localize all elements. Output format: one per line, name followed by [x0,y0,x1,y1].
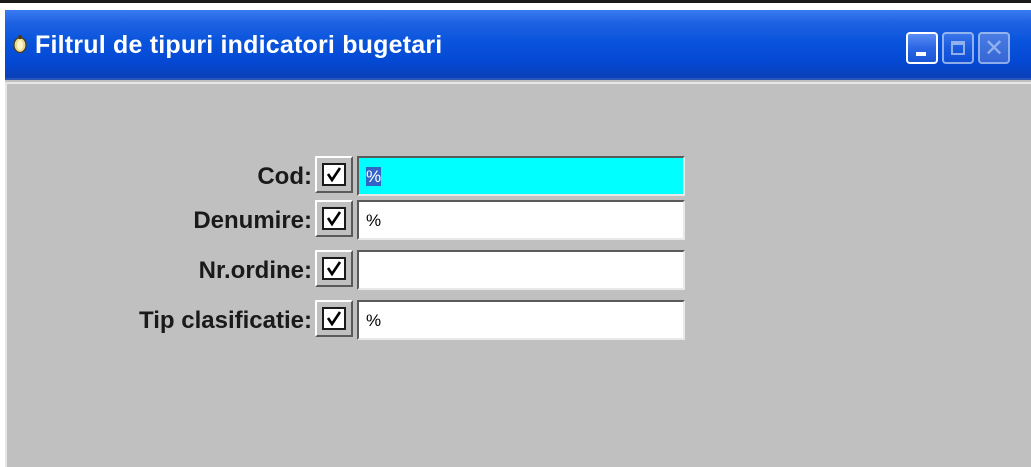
filter-dialog-window: Filtrul de tipuri indicatori bugetari ✕ … [5,10,1031,467]
maximize-icon [951,41,965,55]
close-icon: ✕ [983,34,1005,62]
tip-clasificatie-input[interactable]: % [357,300,685,340]
denumire-value: % [366,211,382,230]
tip-clasificatie-checkbox[interactable] [315,300,353,337]
nr-ordine-label: Nr.ordine: [198,257,312,284]
filter-row-cod: Cod: % [7,156,1031,196]
close-button[interactable]: ✕ [978,32,1010,64]
cod-value: % [366,167,382,186]
check-icon [322,163,346,186]
window-title: Filtrul de tipuri indicatori bugetari [35,31,443,59]
check-icon [322,307,346,330]
filter-row-tip-clasificatie: Tip clasificatie: % [7,300,1031,340]
denumire-checkbox[interactable] [315,200,353,237]
denumire-input[interactable]: % [357,200,685,240]
title-bar[interactable]: Filtrul de tipuri indicatori bugetari ✕ [5,10,1031,80]
cod-checkbox[interactable] [315,156,353,193]
check-icon [322,207,346,230]
cod-input[interactable]: % [357,156,685,196]
tip-clasificatie-value: % [366,311,382,330]
filter-row-denumire: Denumire: % [7,200,1031,240]
frame-top-line [0,0,1031,3]
denumire-label: Denumire: [193,207,312,234]
filter-row-nr-ordine: Nr.ordine: [7,250,1031,290]
nr-ordine-checkbox[interactable] [315,250,353,287]
app-icon [12,34,28,54]
check-icon [322,257,346,280]
nr-ordine-input[interactable] [357,250,685,290]
dialog-client-area: Cod: % Denumire: % Nr.ordine: Tip clasif… [5,82,1031,467]
cod-label: Cod: [257,163,312,190]
maximize-button[interactable] [942,32,974,64]
minimize-icon [916,52,926,56]
tip-clasificatie-label: Tip clasificatie: [139,307,312,334]
minimize-button[interactable] [906,32,938,64]
